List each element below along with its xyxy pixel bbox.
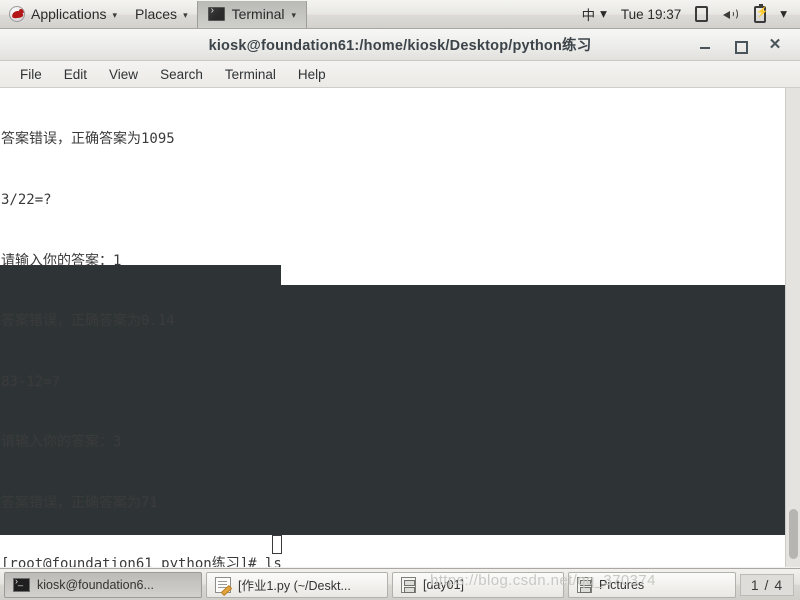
places-menu-label: Places — [135, 6, 178, 22]
display-icon — [695, 6, 709, 22]
terminal-body[interactable]: 答案错误，正确答案为1095 3/22=? 请输入你的答案：1 答案错误，正确答… — [0, 88, 800, 567]
battery-button[interactable] — [747, 3, 773, 23]
volume-button[interactable] — [715, 7, 747, 22]
applications-menu-label: Applications — [31, 6, 107, 22]
window-title-bar[interactable]: kiosk@foundation61:/home/kiosk/Desktop/p… — [0, 29, 800, 61]
close-button[interactable]: ✕ — [767, 36, 783, 53]
redhat-logo-icon — [9, 6, 25, 22]
places-menu[interactable]: Places ▾ — [126, 1, 197, 28]
window-title: kiosk@foundation61:/home/kiosk/Desktop/p… — [208, 38, 592, 54]
taskbar-item-terminal[interactable]: kiosk@foundation6... — [4, 571, 202, 598]
terminal-line: 答案错误，正确答案为1095 — [1, 131, 175, 148]
taskbar-item-gedit[interactable]: [作业1.py (~/Deskt... — [206, 571, 388, 598]
panel-active-window-label: Terminal — [231, 6, 285, 22]
applications-menu[interactable]: Applications ▾ — [0, 1, 126, 28]
terminal-line: 3/22=? — [1, 192, 52, 208]
battery-icon — [754, 3, 769, 23]
scrollbar-thumb[interactable] — [789, 509, 798, 559]
clock[interactable]: Tue 19:37 — [614, 7, 688, 22]
taskbar-item-pictures[interactable]: Pictures — [568, 571, 736, 598]
chevron-down-icon: ▾ — [183, 9, 188, 20]
chevron-down-icon: ▾ — [600, 6, 607, 21]
volume-icon — [722, 7, 740, 22]
clock-label: Tue 19:37 — [620, 6, 682, 22]
input-method-label: 中 — [581, 8, 596, 23]
terminal-line: 答案错误，正确答案为71 — [1, 494, 158, 511]
terminal-cursor — [272, 535, 282, 554]
menu-edit[interactable]: Edit — [53, 64, 98, 85]
workspace-switcher[interactable]: 1 / 4 — [740, 573, 794, 596]
panel-active-window-terminal[interactable]: Terminal ▾ — [196, 0, 308, 28]
input-method-indicator[interactable]: 中 ▾ — [575, 4, 614, 24]
taskbar-item-label: kiosk@foundation6... — [37, 577, 154, 592]
taskbar-right-area: 1 / 4 — [740, 572, 800, 597]
gedit-icon — [215, 576, 231, 593]
chevron-down-icon: ▾ — [112, 9, 118, 20]
window-controls: ✕ — [697, 36, 800, 54]
maximize-button[interactable] — [732, 37, 748, 54]
terminal-line: 请输入你的答案：1 — [1, 252, 122, 269]
chevron-down-icon: ▾ — [780, 6, 787, 21]
taskbar-item-label: Pictures — [599, 577, 645, 592]
menu-file[interactable]: File — [9, 64, 53, 85]
taskbar: kiosk@foundation6... [作业1.py (~/Deskt...… — [0, 568, 800, 600]
terminal-window: kiosk@foundation61:/home/kiosk/Desktop/p… — [0, 29, 800, 568]
terminal-icon — [207, 5, 225, 21]
minimize-button[interactable] — [697, 37, 713, 53]
terminal-scrollbar[interactable] — [785, 88, 800, 567]
terminal-line: 83-12=? — [1, 373, 61, 390]
terminal-output[interactable]: 答案错误，正确答案为1095 3/22=? 请输入你的答案：1 答案错误，正确答… — [0, 88, 785, 567]
taskbar-item-day01[interactable]: [day01] — [392, 571, 564, 598]
menu-terminal[interactable]: Terminal — [214, 64, 287, 85]
menu-bar: File Edit View Search Terminal Help — [0, 61, 800, 88]
terminal-line: 请输入你的答案：3 — [1, 434, 122, 451]
menu-help[interactable]: Help — [287, 64, 337, 85]
chevron-down-icon: ▾ — [291, 9, 297, 20]
taskbar-item-label: [day01] — [423, 577, 465, 592]
terminal-line: [root@foundation61 python练习]# ls — [1, 555, 282, 567]
taskbar-item-label: [作业1.py (~/Deskt... — [238, 579, 351, 593]
terminal-icon — [13, 576, 30, 592]
file-manager-icon — [401, 576, 416, 593]
system-menu-button[interactable]: ▾ — [773, 6, 794, 22]
display-settings-button[interactable] — [688, 6, 715, 22]
terminal-line: 答案错误，正确答案为0.14 — [1, 313, 175, 330]
menu-view[interactable]: View — [98, 64, 149, 85]
menu-search[interactable]: Search — [149, 64, 214, 85]
panel-status-area: 中 ▾ Tue 19:37 ▾ — [575, 3, 800, 24]
top-panel: Applications ▾ Places ▾ Terminal ▾ 中 ▾ T… — [0, 0, 800, 29]
file-manager-icon — [577, 576, 592, 593]
